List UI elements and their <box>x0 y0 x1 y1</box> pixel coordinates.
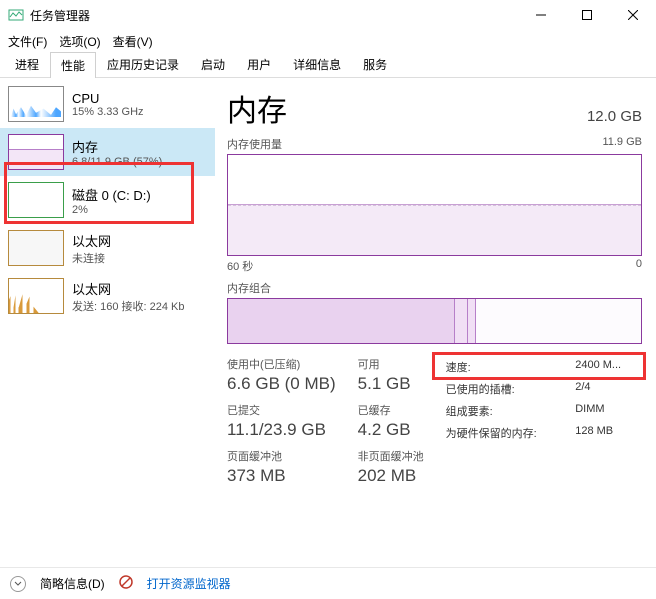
sidebar-item-label: 内存 6.8/11.9 GB (57%) <box>72 137 162 168</box>
ethernet-thumb <box>8 230 64 266</box>
tab-app-history[interactable]: 应用历史记录 <box>96 51 190 77</box>
composition-label: 内存组合 <box>227 280 271 296</box>
page-title: 内存 <box>227 86 287 130</box>
in-use-label: 使用中(已压缩) <box>227 356 336 372</box>
tab-details[interactable]: 详细信息 <box>282 51 352 77</box>
cached-label: 已缓存 <box>358 402 424 418</box>
x-left: 60 秒 <box>227 258 253 274</box>
menubar: 文件(F) 选项(O) 查看(V) <box>0 30 656 52</box>
commit-label: 已提交 <box>227 402 336 418</box>
fewer-details-link[interactable]: 简略信息(D) <box>40 575 105 592</box>
ethernet-thumb <box>8 278 64 314</box>
reserved-label: 为硬件保留的内存: <box>440 422 570 444</box>
sidebar-item-label: 以太网 未连接 <box>72 231 111 266</box>
minimize-button[interactable] <box>518 0 564 30</box>
sidebar-item-disk[interactable]: 磁盘 0 (C: D:) 2% <box>0 176 215 224</box>
sidebar-item-ethernet-1[interactable]: 以太网 未连接 <box>0 224 215 272</box>
tab-performance[interactable]: 性能 <box>50 52 96 78</box>
x-right: 0 <box>636 258 642 274</box>
titlebar: 任务管理器 <box>0 0 656 30</box>
sidebar-item-label: 以太网 发送: 160 接收: 224 Kb <box>72 279 185 314</box>
sidebar-item-label: CPU 15% 3.33 GHz <box>72 91 144 118</box>
menu-options[interactable]: 选项(O) <box>59 33 100 50</box>
speed-value: 2400 M... <box>569 356 642 378</box>
disk-thumb <box>8 182 64 218</box>
avail-value: 5.1 GB <box>358 374 424 394</box>
paged-label: 页面缓冲池 <box>227 448 336 464</box>
menu-view[interactable]: 查看(V) <box>113 33 153 50</box>
cpu-thumb <box>8 86 64 122</box>
menu-file[interactable]: 文件(F) <box>8 33 47 50</box>
stats-right: 速度:2400 M... 已使用的插槽:2/4 组成要素:DIMM 为硬件保留的… <box>440 356 642 486</box>
in-use-value: 6.6 GB (0 MB) <box>227 374 336 394</box>
sidebar-item-ethernet-2[interactable]: 以太网 发送: 160 接收: 224 Kb <box>0 272 215 320</box>
usage-label: 内存使用量 <box>227 136 282 152</box>
main-pane: 内存 12.0 GB 内存使用量 11.9 GB 60 秒 0 内存组合 使用中… <box>215 78 656 567</box>
speed-label: 速度: <box>440 356 570 378</box>
slots-label: 已使用的插槽: <box>440 378 570 400</box>
nonpaged-value: 202 MB <box>358 466 424 486</box>
footer: 简略信息(D) 打开资源监视器 <box>0 567 656 599</box>
tab-users[interactable]: 用户 <box>236 51 282 77</box>
paged-value: 373 MB <box>227 466 336 486</box>
memory-usage-graph <box>227 154 642 256</box>
memory-thumb <box>8 134 64 170</box>
sidebar-item-label: 磁盘 0 (C: D:) 2% <box>72 185 151 216</box>
form-label: 组成要素: <box>440 400 570 422</box>
usage-scale-max: 11.9 GB <box>602 136 642 152</box>
maximize-button[interactable] <box>564 0 610 30</box>
stats-left: 使用中(已压缩) 6.6 GB (0 MB) 可用 5.1 GB 已提交 11.1/2… <box>227 356 424 486</box>
chevron-down-icon[interactable] <box>10 576 26 592</box>
close-button[interactable] <box>610 0 656 30</box>
taskmgr-icon <box>8 7 24 23</box>
tab-processes[interactable]: 进程 <box>4 51 50 77</box>
slots-value: 2/4 <box>569 378 642 400</box>
sidebar: CPU 15% 3.33 GHz 内存 6.8/11.9 GB (57%) 磁盘… <box>0 78 215 567</box>
content: CPU 15% 3.33 GHz 内存 6.8/11.9 GB (57%) 磁盘… <box>0 78 656 567</box>
cached-value: 4.2 GB <box>358 420 424 440</box>
commit-value: 11.1/23.9 GB <box>227 420 336 440</box>
memory-composition-bar <box>227 298 642 344</box>
open-resmon-link[interactable]: 打开资源监视器 <box>147 575 231 592</box>
tab-services[interactable]: 服务 <box>352 51 398 77</box>
tabs: 进程 性能 应用历史记录 启动 用户 详细信息 服务 <box>0 52 656 78</box>
avail-label: 可用 <box>358 356 424 372</box>
sidebar-item-cpu[interactable]: CPU 15% 3.33 GHz <box>0 80 215 128</box>
sidebar-item-memory[interactable]: 内存 6.8/11.9 GB (57%) <box>0 128 215 176</box>
window-title: 任务管理器 <box>30 7 518 24</box>
capacity: 12.0 GB <box>587 108 642 125</box>
nonpaged-label: 非页面缓冲池 <box>358 448 424 464</box>
tab-startup[interactable]: 启动 <box>190 51 236 77</box>
reserved-value: 128 MB <box>569 422 642 444</box>
form-value: DIMM <box>569 400 642 422</box>
resmon-icon[interactable] <box>119 575 133 592</box>
